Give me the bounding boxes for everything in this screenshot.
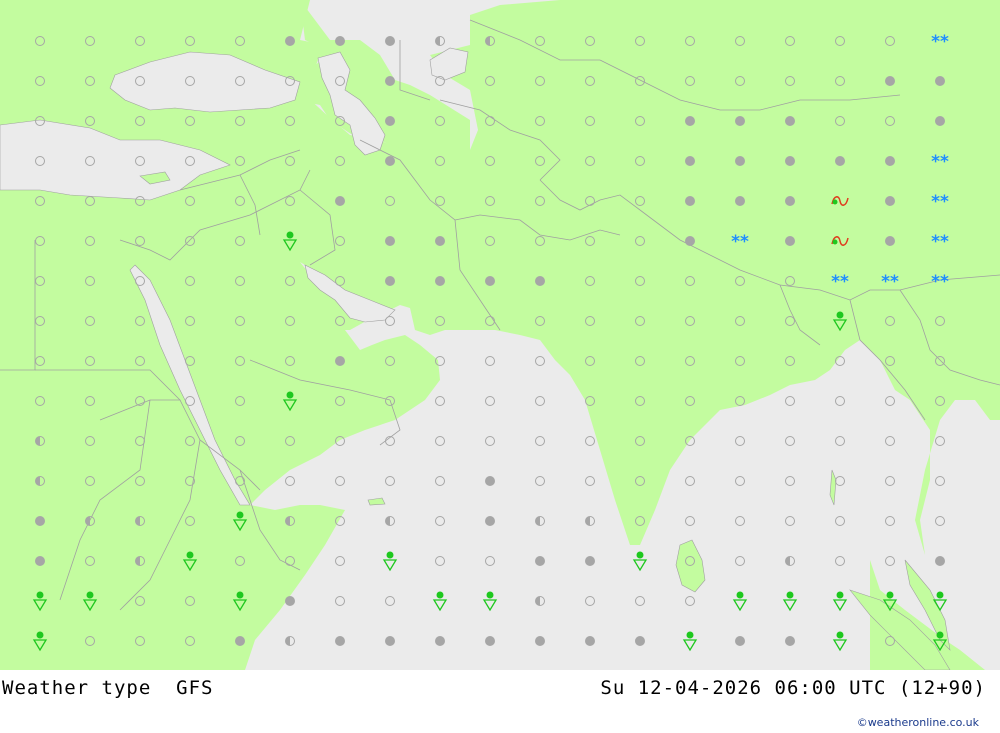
svg-text:**: ** xyxy=(831,272,849,292)
weather-symbol xyxy=(785,636,795,646)
weather-symbol xyxy=(735,196,745,206)
weather-symbol xyxy=(885,236,895,246)
weather-symbol xyxy=(735,636,745,646)
weather-symbol xyxy=(485,636,495,646)
weather-symbol xyxy=(585,636,595,646)
svg-text:**: ** xyxy=(731,232,749,252)
weather-symbol xyxy=(385,236,395,246)
weather-symbol xyxy=(885,196,895,206)
map-timestamp: Su 12-04-2026 06:00 UTC (12+90) xyxy=(600,677,986,699)
weather-symbol xyxy=(335,636,345,646)
weather-map: ** ** ** ** ** ** ** ** xyxy=(0,0,1000,670)
weather-symbol xyxy=(635,636,645,646)
weather-symbol xyxy=(335,36,345,46)
weather-symbol xyxy=(385,76,395,86)
weather-symbol: ** xyxy=(931,192,949,212)
svg-text:**: ** xyxy=(931,192,949,212)
weather-symbol: ** xyxy=(931,152,949,172)
weather-symbol xyxy=(685,236,695,246)
weather-symbol xyxy=(385,276,395,286)
weather-symbol xyxy=(685,156,695,166)
weather-symbol xyxy=(35,556,45,566)
svg-text:**: ** xyxy=(931,232,949,252)
weather-symbol xyxy=(285,596,295,606)
weather-symbol xyxy=(785,196,795,206)
weather-symbol xyxy=(335,196,345,206)
weather-symbol xyxy=(685,116,695,126)
weather-symbol: ** xyxy=(931,272,949,292)
weather-symbol xyxy=(485,276,495,286)
weather-symbol xyxy=(535,636,545,646)
weather-symbol xyxy=(935,556,945,566)
weather-symbol xyxy=(835,156,845,166)
svg-text:**: ** xyxy=(881,272,899,292)
svg-text:**: ** xyxy=(931,32,949,52)
weather-symbol xyxy=(435,276,445,286)
weather-symbol xyxy=(535,276,545,286)
weather-symbol xyxy=(585,556,595,566)
weather-symbol xyxy=(535,556,545,566)
weather-symbol xyxy=(35,516,45,526)
weather-symbol xyxy=(285,36,295,46)
weather-symbol xyxy=(785,116,795,126)
weather-symbol xyxy=(335,356,345,366)
weather-symbol xyxy=(485,476,495,486)
weather-symbol xyxy=(435,236,445,246)
weather-symbol: ** xyxy=(731,232,749,252)
weather-symbol xyxy=(435,636,445,646)
weather-symbol xyxy=(235,636,245,646)
weather-symbol xyxy=(735,156,745,166)
weather-symbol: ** xyxy=(931,32,949,52)
weather-symbol xyxy=(685,196,695,206)
weather-symbol: ** xyxy=(831,272,849,292)
weather-symbol xyxy=(385,636,395,646)
weather-symbol: ** xyxy=(931,232,949,252)
weather-symbol xyxy=(885,156,895,166)
weather-symbol xyxy=(485,516,495,526)
weather-symbol xyxy=(735,116,745,126)
weather-symbol xyxy=(385,36,395,46)
weather-symbol xyxy=(385,116,395,126)
svg-text:**: ** xyxy=(931,272,949,292)
weather-symbol: ** xyxy=(881,272,899,292)
weather-symbol xyxy=(385,156,395,166)
weather-symbol xyxy=(785,236,795,246)
svg-text:**: ** xyxy=(931,152,949,172)
weather-symbol xyxy=(885,76,895,86)
credit-link[interactable]: ©weatheronline.co.uk xyxy=(857,716,979,729)
weather-symbol xyxy=(935,76,945,86)
weather-symbol xyxy=(785,156,795,166)
map-title: Weather type GFS xyxy=(2,677,214,699)
weather-symbol xyxy=(935,116,945,126)
